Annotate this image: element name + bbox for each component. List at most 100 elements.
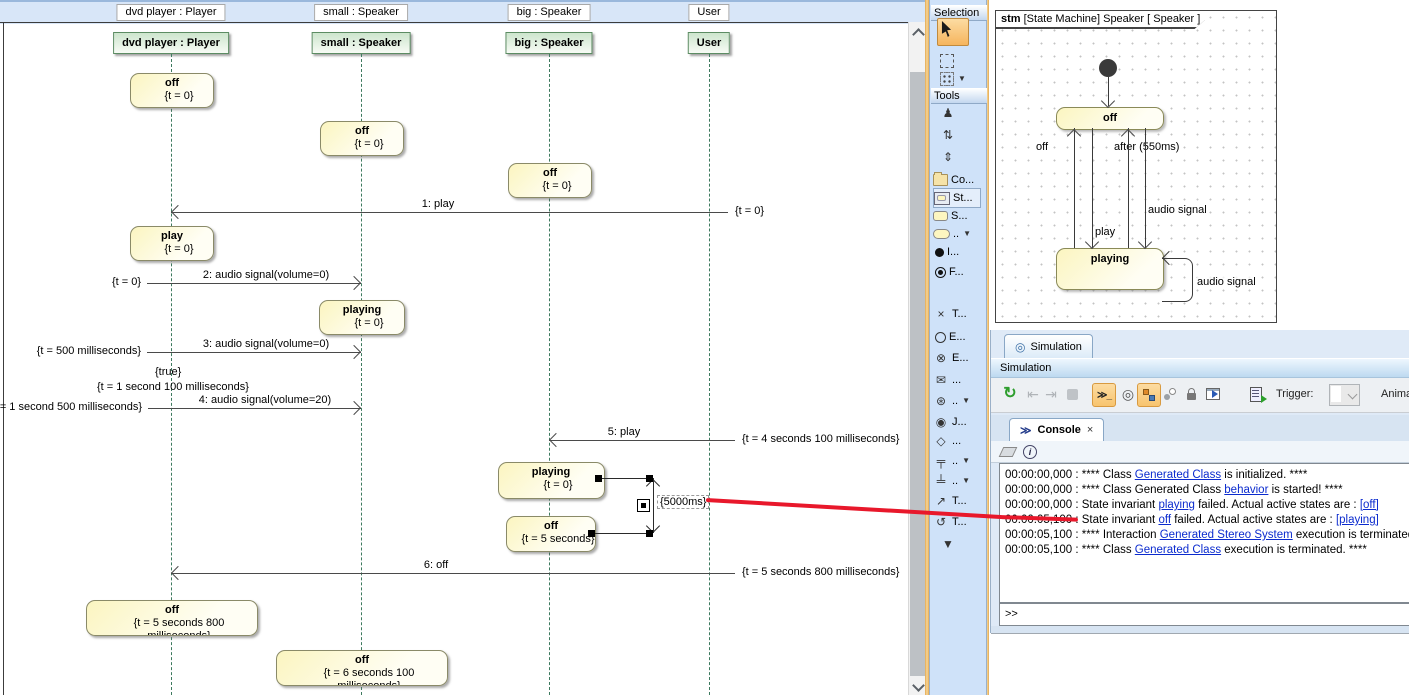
selection-handle[interactable]	[646, 530, 653, 537]
dropdown-arrow-icon[interactable]: ▼	[963, 225, 971, 243]
stm-state-playing[interactable]: playing	[1056, 248, 1164, 290]
state-invariant[interactable]: off{t = 0}	[508, 163, 592, 198]
palette-item-state[interactable]: S...	[933, 207, 985, 225]
palette-item-submachine-state[interactable]: ..▼	[933, 225, 985, 243]
palette-item-choice[interactable]: ◇...	[933, 432, 985, 450]
state-invariant[interactable]: off{t = 5 seconds}	[506, 516, 596, 552]
console-link[interactable]: Generated Class	[1135, 469, 1221, 481]
lifeline-line[interactable]	[709, 54, 710, 695]
palette-item-marquee[interactable]	[940, 52, 992, 70]
state-invariant[interactable]: play{t = 0}	[130, 226, 214, 261]
palette-item-history[interactable]: ⊛..▼	[933, 392, 985, 410]
lifeline-head[interactable]: small : Speaker	[312, 32, 411, 54]
palette-item-initial-node[interactable]: I...	[933, 243, 985, 261]
stm-state-off[interactable]: off	[1056, 107, 1164, 130]
console-link[interactable]: behavior	[1224, 484, 1268, 496]
lifeline-header-label[interactable]: User	[688, 4, 729, 21]
lifeline-head[interactable]: dvd player : Player	[113, 32, 229, 54]
state-invariant[interactable]: off{t = 0}	[320, 121, 404, 156]
clear-console-icon[interactable]	[999, 447, 1018, 457]
transition-after-550ms[interactable]	[1128, 128, 1129, 248]
initial-state-icon[interactable]	[1099, 59, 1117, 77]
palette-item-stamp[interactable]: ♟	[940, 104, 992, 122]
self-transition-audio-signal[interactable]	[1162, 258, 1193, 302]
message-line[interactable]	[148, 408, 361, 409]
message-line[interactable]	[171, 212, 728, 213]
console-link[interactable]: [playing]	[1336, 514, 1379, 526]
palette-item-state-machine-diagram[interactable]: St...	[933, 188, 981, 208]
console-link[interactable]: Generated Stereo System	[1160, 529, 1293, 541]
transition-off[interactable]	[1074, 128, 1075, 248]
dropdown-arrow-icon[interactable]: ▼	[962, 452, 970, 470]
selection-handle[interactable]	[595, 475, 602, 482]
state-invariant[interactable]: playing{t = 0}	[319, 300, 405, 335]
console-link[interactable]: [off]	[1360, 499, 1379, 511]
signal-icon: ✉	[933, 373, 949, 387]
palette-item-fork[interactable]: ╤..▼	[933, 452, 985, 470]
palette-item-join[interactable]: ╧..▼	[933, 472, 985, 490]
lock-button[interactable]	[1180, 383, 1202, 405]
palette-item-more[interactable]: ▼	[940, 535, 992, 553]
selection-handle-middle[interactable]	[637, 499, 650, 512]
palette-item-terminate[interactable]: ×T...	[933, 305, 985, 323]
console-tab[interactable]: ≫ Console ×	[1009, 418, 1104, 441]
dropdown-arrow-icon[interactable]: ▼	[958, 70, 966, 88]
selection-handle[interactable]	[588, 530, 595, 537]
console-output[interactable]: 00:00:00,000 : **** Class Generated Clas…	[999, 463, 1409, 603]
palette-item-junction[interactable]: ◉J...	[933, 413, 985, 431]
message-line[interactable]	[171, 573, 735, 574]
state-invariant[interactable]: off{t = 6 seconds 100 milliseconds}	[276, 650, 448, 686]
scroll-up-button[interactable]	[909, 22, 926, 41]
export-run-button[interactable]	[1245, 383, 1267, 405]
state-invariant[interactable]: off{t = 5 seconds 800 milliseconds}	[86, 600, 258, 636]
simulation-tab[interactable]: ◎ Simulation	[1004, 334, 1093, 358]
palette-item-exit-point[interactable]: ⊗E...	[933, 349, 985, 367]
dropdown-arrow-icon[interactable]: ▼	[962, 392, 970, 410]
info-icon[interactable]: i	[1023, 445, 1037, 459]
palette-item-transition[interactable]: ↗T...	[933, 492, 985, 510]
lifeline-header-label[interactable]: small : Speaker	[314, 4, 408, 21]
sequence-diagram-canvas[interactable]: dvd player : Player small : Speaker big : …	[0, 0, 925, 695]
palette-item-grid-select[interactable]: ▼	[940, 70, 992, 88]
trigger-dropdown[interactable]	[1329, 384, 1360, 406]
breakpoints-button[interactable]	[1159, 383, 1181, 405]
palette-item-signal[interactable]: ✉...	[933, 371, 985, 389]
diagram-vertical-scrollbar[interactable]	[908, 22, 926, 695]
step-over-button[interactable]: ⇥	[1040, 383, 1062, 405]
state-invariant[interactable]: playing{t = 0}	[498, 462, 605, 499]
lifeline-header-label[interactable]: dvd player : Player	[116, 4, 225, 21]
selection-handle[interactable]	[646, 475, 653, 482]
lifeline-head[interactable]: big : Speaker	[505, 32, 592, 54]
palette-item-expand-vertical[interactable]: ⇅	[940, 126, 992, 144]
variables-tree-toggle-button[interactable]	[1137, 383, 1161, 407]
console-link[interactable]: off	[1158, 514, 1171, 526]
palette-item-entry-point[interactable]: E...	[933, 328, 985, 346]
options-button[interactable]: ◎	[1117, 383, 1139, 405]
scroll-down-button[interactable]	[909, 676, 926, 695]
message-line[interactable]	[147, 283, 361, 284]
stop-button[interactable]	[1061, 383, 1083, 405]
palette-item-collapse-vertical[interactable]: ⇕	[940, 148, 992, 166]
palette-item-containment-folder[interactable]: Co...	[933, 171, 985, 189]
palette-item-pointer[interactable]	[940, 20, 992, 38]
lifeline-line[interactable]	[549, 54, 550, 695]
console-line: 00:00:00,000 : **** Class Generated Clas…	[1000, 483, 1409, 498]
transition-play[interactable]	[1092, 128, 1093, 248]
console-input[interactable]: >>	[999, 603, 1409, 626]
run-button[interactable]: ↻	[999, 383, 1021, 405]
lifeline-header-label[interactable]: big : Speaker	[508, 4, 591, 21]
console-toggle-button[interactable]: ≫_	[1092, 383, 1116, 407]
message-line[interactable]	[147, 352, 361, 353]
palette-item-final-state[interactable]: F...	[933, 263, 985, 281]
console-link[interactable]: playing	[1158, 499, 1194, 511]
scrollbar-thumb[interactable]	[910, 72, 925, 676]
dropdown-arrow-icon[interactable]: ▼	[962, 472, 970, 490]
message-line[interactable]	[549, 440, 735, 441]
open-ui-button[interactable]	[1202, 383, 1224, 405]
transition-audio-signal[interactable]	[1145, 128, 1146, 248]
state-invariant[interactable]: off{t = 0}	[130, 73, 214, 108]
lifeline-head[interactable]: User	[688, 32, 730, 54]
console-close-icon[interactable]: ×	[1087, 424, 1093, 436]
duration-constraint-label[interactable]: {5000ms}	[657, 495, 709, 509]
console-link[interactable]: Generated Class	[1135, 544, 1221, 556]
